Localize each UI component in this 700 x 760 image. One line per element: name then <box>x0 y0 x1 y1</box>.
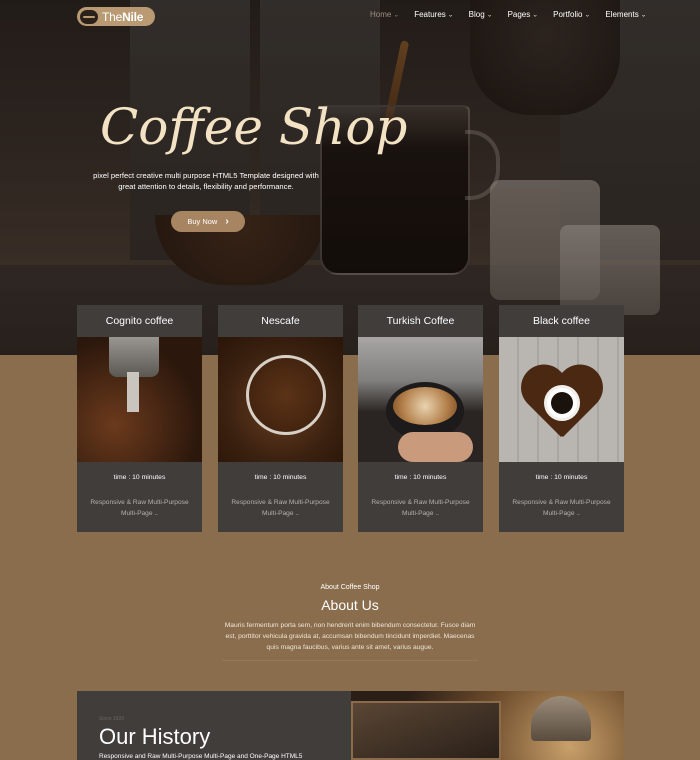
chevron-right-icon: › <box>225 216 229 227</box>
product-card-turkish[interactable]: Turkish Coffee time : 10 minutes Respons… <box>358 305 483 532</box>
card-time: time : 10 minutes <box>254 474 307 481</box>
card-title[interactable]: Cognito coffee <box>77 305 202 337</box>
chevron-down-icon: ⌄ <box>640 12 647 18</box>
history-kicker: Since 1920 <box>99 716 125 722</box>
nav-item-label: Portfolio <box>553 10 583 19</box>
nav-item-portfolio[interactable]: Portfolio ⌄ <box>553 10 590 19</box>
nav-item-blog[interactable]: Blog ⌄ <box>469 10 493 19</box>
coffee-bean-icon <box>80 9 98 24</box>
history-text: Responsive and Raw Multi-Purpose Multi-P… <box>99 753 303 760</box>
grinder-shape <box>109 337 159 377</box>
chevron-down-icon: ⌄ <box>486 12 493 18</box>
card-title[interactable]: Turkish Coffee <box>358 305 483 337</box>
card-title[interactable]: Black coffee <box>499 305 624 337</box>
lamp-shape <box>531 696 591 741</box>
nav-item-label: Elements <box>605 10 639 19</box>
product-card-nescafe[interactable]: Nescafe time : 10 minutes Responsive & R… <box>218 305 343 532</box>
chevron-down-icon: ⌄ <box>584 12 591 18</box>
plate-shape <box>246 355 326 435</box>
nav-item-label: Pages <box>507 10 531 19</box>
logo-text: TheNile <box>102 10 143 24</box>
card-description: Responsive & Raw Multi-Purpose Multi-Pag… <box>90 499 189 517</box>
coffee-heart-image[interactable] <box>499 337 624 462</box>
menu-board-shape <box>351 701 501 760</box>
product-card-cognito[interactable]: Cognito coffee time : 10 minutes Respons… <box>77 305 202 532</box>
cafe-interior-image <box>351 691 624 760</box>
chevron-down-icon: ⌄ <box>447 12 454 18</box>
card-title[interactable]: Nescafe <box>218 305 343 337</box>
card-description: Responsive & Raw Multi-Purpose Multi-Pag… <box>512 499 611 517</box>
nav-item-label: Features <box>414 10 446 19</box>
grinder-chute <box>127 372 139 412</box>
buy-now-label: Buy Now <box>187 217 218 226</box>
history-section: Since 1920 Our History Responsive and Ra… <box>77 691 624 760</box>
nav-item-features[interactable]: Features ⌄ <box>414 10 453 19</box>
hand-shape <box>398 432 473 462</box>
nav-item-elements[interactable]: Elements ⌄ <box>605 10 646 19</box>
history-title: Our History <box>99 724 211 749</box>
card-description: Responsive & Raw Multi-Purpose Multi-Pag… <box>231 499 330 517</box>
buy-now-button[interactable]: Buy Now › <box>171 211 245 232</box>
cup-shape <box>544 385 580 421</box>
card-time: time : 10 minutes <box>394 474 447 481</box>
nav-item-pages[interactable]: Pages ⌄ <box>508 10 539 19</box>
nav-item-home[interactable]: Home ⌄ <box>370 10 399 19</box>
card-time: time : 10 minutes <box>535 474 588 481</box>
main-nav: Home ⌄ Features ⌄ Blog ⌄ Pages ⌄ Portfolio ⌄ … <box>370 10 647 19</box>
nav-item-label: Home <box>370 10 392 19</box>
hero-subtitle: pixel perfect creative multi purpose HTM… <box>93 171 319 191</box>
card-description: Responsive & Raw Multi-Purpose Multi-Pag… <box>371 499 470 517</box>
about-kicker: About Coffee Shop <box>320 584 380 591</box>
logo-name: Nile <box>122 9 144 24</box>
coffee-beans-plate-image[interactable] <box>218 337 343 462</box>
chevron-down-icon: ⌄ <box>532 12 539 18</box>
about-title: About Us <box>321 597 379 613</box>
coffee-grinder-image[interactable] <box>77 337 202 462</box>
logo-prefix: The <box>102 9 123 24</box>
latte-art-image[interactable] <box>358 337 483 462</box>
chevron-down-icon: ⌄ <box>393 12 400 18</box>
site-logo[interactable]: TheNile <box>77 7 155 26</box>
card-time: time : 10 minutes <box>113 474 166 481</box>
hero-title: Coffee Shop <box>100 98 408 156</box>
divider <box>222 660 478 661</box>
product-card-black[interactable]: Black coffee time : 10 minutes Responsiv… <box>499 305 624 532</box>
about-text: Mauris fermentum porta sem, non hendreri… <box>224 622 476 651</box>
crema-shape <box>393 387 457 425</box>
nav-item-label: Blog <box>468 10 485 19</box>
